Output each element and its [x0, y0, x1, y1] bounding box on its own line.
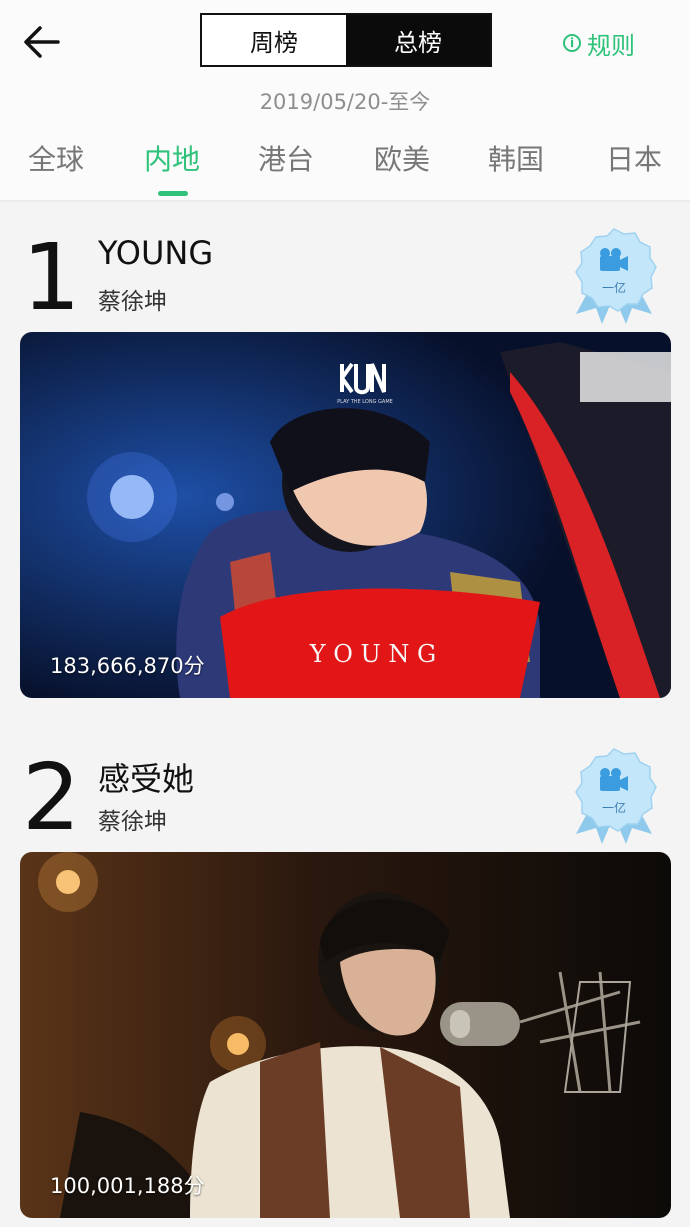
info-icon: i	[563, 34, 581, 52]
tab-korea[interactable]: 韩国	[488, 138, 544, 178]
tab-japan[interactable]: 日本	[606, 138, 662, 178]
chart-period-toggle: 周榜 总榜	[200, 13, 492, 67]
tab-overall[interactable]: 总榜	[346, 15, 490, 65]
tab-global[interactable]: 全球	[28, 138, 84, 178]
score-label: 183,666,870分	[50, 654, 205, 678]
rank-number: 2	[22, 744, 81, 851]
artist-name[interactable]: 蔡徐坤	[98, 802, 167, 836]
region-tabs: 全球 内地 港台 欧美 韩国 日本	[0, 138, 690, 194]
score-label: 100,001,188分	[50, 1174, 205, 1198]
cover-image-2[interactable]: 100,001,188分	[20, 852, 671, 1218]
rank-number: 1	[22, 224, 81, 331]
cover-image-1[interactable]: PLAY THE LONG GAME Y O U N G 183,666,870…	[20, 332, 671, 698]
badge-label: 一亿	[602, 280, 626, 295]
tab-hk-tw[interactable]: 港台	[258, 138, 314, 178]
video-medal-icon[interactable]: 一亿	[568, 226, 660, 326]
cover-title: Y O U N G	[309, 640, 436, 668]
back-arrow-icon[interactable]	[20, 20, 64, 64]
tab-western[interactable]: 欧美	[374, 138, 430, 178]
cover-subtext: PLAY THE LONG GAME	[337, 399, 393, 405]
rules-link[interactable]: i 规则	[563, 26, 635, 60]
date-range: 2019/05/20-至今	[259, 90, 431, 114]
top-bar: 周榜 总榜 i 规则 2019/05/20-至今 全球 内地 港台 欧美 韩国 …	[0, 0, 690, 200]
song-title[interactable]: 感受她	[98, 754, 194, 800]
artist-name[interactable]: 蔡徐坤	[98, 282, 167, 316]
song-title[interactable]: YOUNG	[98, 234, 213, 272]
active-tab-indicator	[158, 191, 188, 196]
badge-label: 一亿	[602, 800, 626, 815]
tab-mainland[interactable]: 内地	[144, 138, 200, 178]
rules-label: 规则	[587, 31, 635, 60]
tab-weekly[interactable]: 周榜	[202, 15, 346, 65]
divider	[0, 200, 690, 203]
video-medal-icon[interactable]: 一亿	[568, 746, 660, 846]
